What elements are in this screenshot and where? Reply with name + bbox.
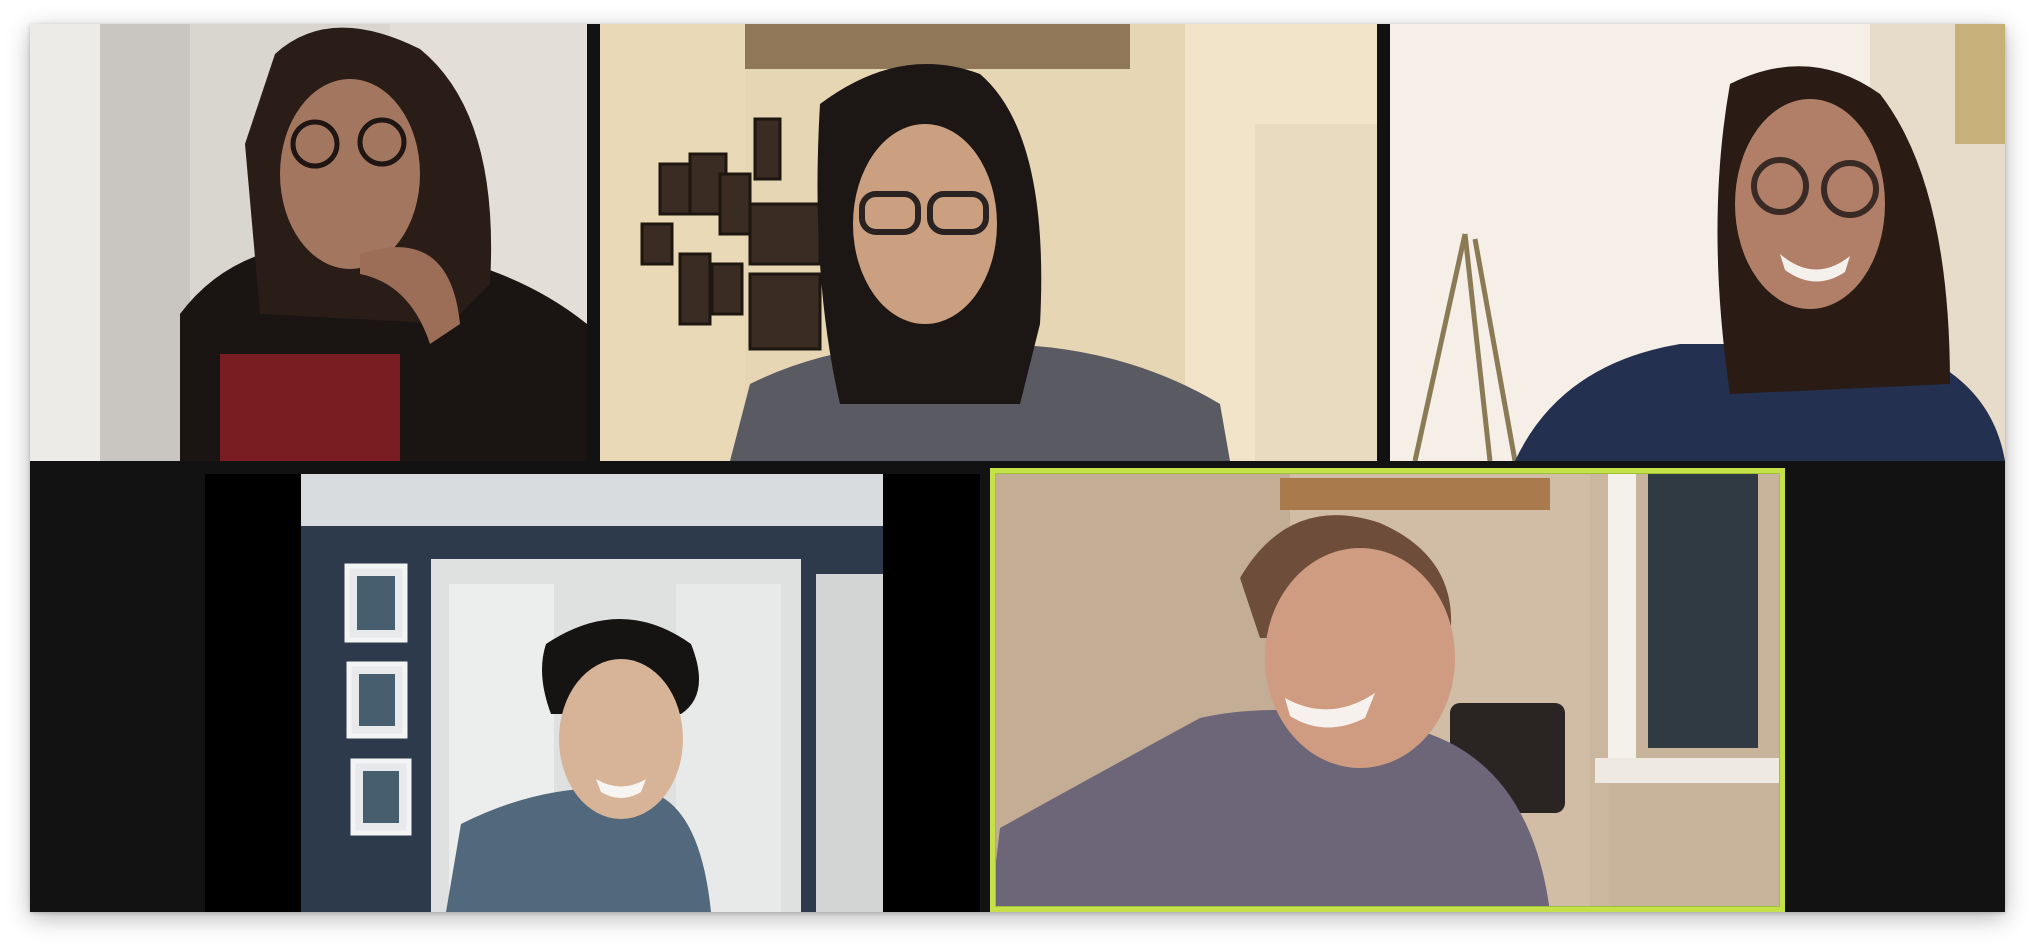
participant-video-tile-1[interactable] (30, 24, 587, 461)
letterbox-right (883, 474, 980, 912)
participant-video-tile-5[interactable] (990, 468, 1785, 912)
letterbox-left (205, 474, 301, 912)
video-gallery (30, 24, 2005, 912)
participant-video-4 (301, 474, 883, 912)
participant-video-1 (30, 24, 587, 461)
participant-video-3 (1390, 24, 2005, 461)
participant-video-tile-3[interactable] (1390, 24, 2005, 461)
participant-video-2 (600, 24, 1377, 461)
participant-video-5 (990, 468, 1785, 912)
participant-video-tile-4[interactable] (301, 474, 883, 912)
participant-video-tile-2[interactable] (600, 24, 1377, 461)
